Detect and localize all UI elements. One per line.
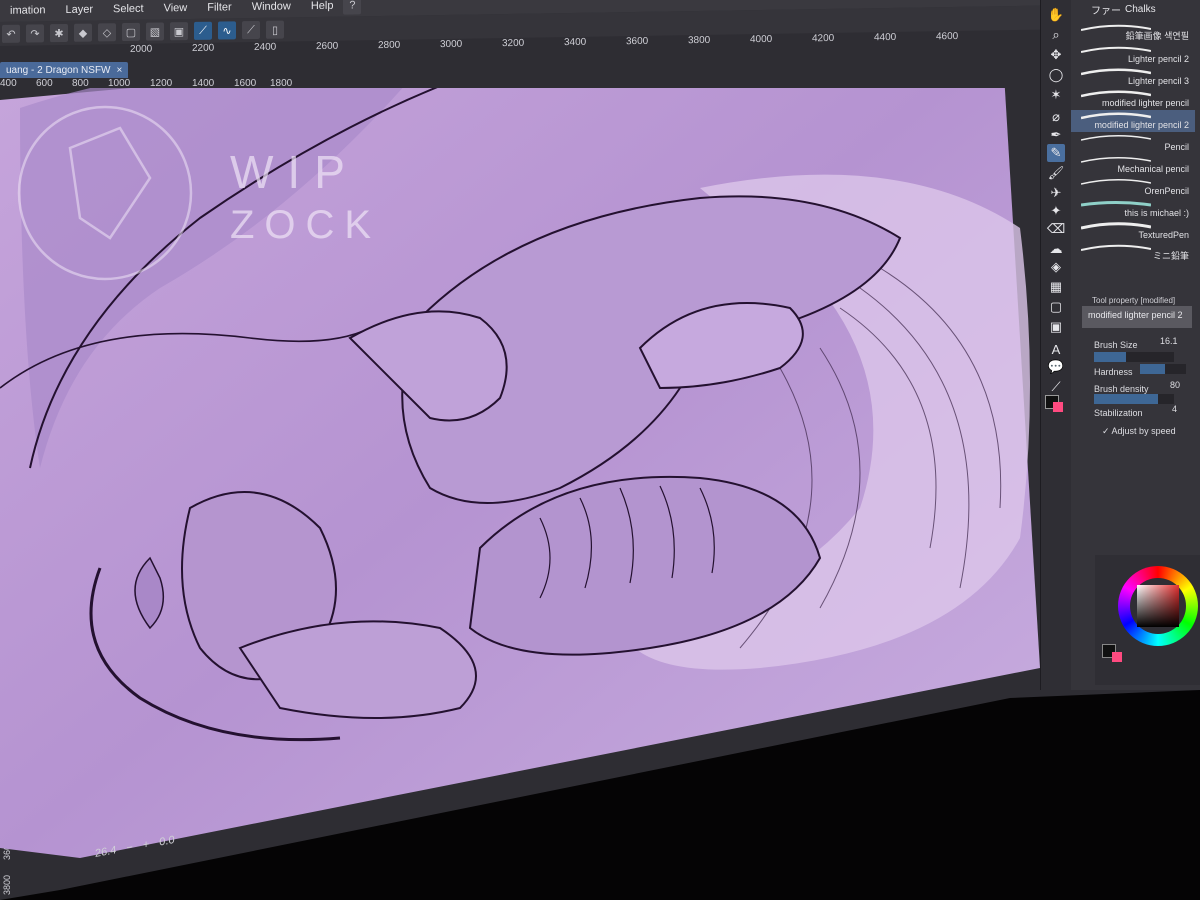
brush-item[interactable]: modified lighter pencil [1071, 88, 1195, 110]
frame-icon[interactable]: ▣ [1047, 318, 1065, 336]
document-tabs: uang - 2 Dragon NSFW × [0, 62, 140, 78]
stabilization-value[interactable]: 4 [1172, 404, 1177, 414]
correct-line-icon[interactable]: ⟋ [1047, 378, 1065, 396]
watermark-line2: ZOCK [230, 203, 381, 247]
brush-item[interactable]: Lighter pencil 2 [1071, 44, 1195, 66]
help-icon[interactable]: ? [343, 0, 362, 15]
gradient-icon[interactable]: ▦ [1047, 278, 1065, 296]
eraser-icon[interactable]: ⌫ [1047, 220, 1065, 238]
device-icon[interactable]: ▯ [266, 20, 284, 39]
brush-group-tabs: ファー Chalks [1071, 0, 1200, 18]
decoration-icon[interactable]: ✦ [1047, 202, 1065, 220]
text-icon[interactable]: A [1047, 340, 1065, 358]
adjust-by-speed-checkbox[interactable]: ✓ Adjust by speed [1102, 426, 1176, 437]
magic-wand-icon[interactable]: ✶ [1047, 86, 1065, 104]
menu-filter[interactable]: Filter [197, 1, 241, 14]
zoom-in-icon[interactable]: + [143, 838, 149, 851]
brush-stroke-preview [1081, 244, 1151, 251]
tool-palette: ✋ ⌕ ✥ ◯ ✶ ⌀ ✒ ✎ 🖌 ✈ ✦ ⌫ ☁ ◈ ▦ ▢ ▣ A 💬 ⟋ [1040, 0, 1071, 690]
airbrush-icon[interactable]: ✈ [1047, 184, 1065, 202]
artwork-canvas[interactable]: WIP ZOCK [0, 88, 1040, 868]
zoom-out-icon[interactable]: − [126, 841, 132, 854]
brush-item[interactable]: Pencil [1071, 132, 1195, 154]
brush-stroke-preview [1081, 178, 1151, 185]
brush-density-value[interactable]: 80 [1170, 380, 1180, 390]
snap-ruler-icon[interactable]: ⟋ [194, 21, 212, 40]
brush-item[interactable]: 鉛筆画像 색연필 [1071, 22, 1195, 44]
rotate-angle[interactable]: 0.0 [159, 834, 174, 849]
color-saturation-square[interactable] [1137, 585, 1179, 627]
brush-stroke-preview [1081, 68, 1151, 76]
brush-stroke-preview [1081, 46, 1151, 53]
deselect-icon[interactable]: ▧ [146, 22, 164, 41]
brush-stroke-preview [1081, 156, 1151, 163]
menu-view[interactable]: View [154, 2, 198, 15]
lasso-icon[interactable]: ◯ [1047, 66, 1065, 84]
brush-item[interactable]: Lighter pencil 3 [1071, 66, 1195, 88]
screen: imation Layer Select View Filter Window … [0, 0, 1200, 900]
move-icon[interactable]: ✥ [1047, 46, 1065, 64]
menu-animation[interactable]: imation [0, 4, 55, 17]
fill-icon[interactable]: ◈ [1047, 258, 1065, 276]
zoom-level[interactable]: 26.4 [95, 844, 116, 860]
tab-fur[interactable]: ファー [1091, 2, 1121, 17]
brush-icon[interactable]: 🖌 [1047, 164, 1065, 182]
clear-icon[interactable]: ◇ [98, 23, 116, 42]
pen-icon[interactable]: ✒ [1047, 126, 1065, 144]
brush-size-label: Brush Size [1094, 340, 1138, 350]
eyedropper-icon[interactable]: ⌀ [1047, 108, 1065, 126]
sub-color-swatch[interactable] [1053, 402, 1063, 412]
pencil-icon[interactable]: ✎ [1047, 144, 1065, 162]
hand-icon[interactable]: ✋ [1047, 6, 1065, 24]
brush-stroke-preview [1081, 112, 1151, 120]
figure-icon[interactable]: ▢ [1047, 298, 1065, 316]
brush-density-label: Brush density [1094, 384, 1149, 394]
close-icon[interactable]: × [117, 65, 123, 76]
hardness-slider[interactable] [1140, 364, 1186, 374]
brush-density-slider[interactable] [1094, 394, 1174, 404]
undo-icon[interactable]: ↶ [2, 24, 20, 43]
balloon-icon[interactable]: 💬 [1047, 358, 1065, 376]
brush-size-slider[interactable] [1094, 352, 1174, 362]
blend-icon[interactable]: ☁ [1047, 240, 1065, 258]
select-icon[interactable]: ▣ [170, 22, 188, 41]
stabilization-label: Stabilization [1094, 408, 1143, 418]
menu-select[interactable]: Select [103, 3, 154, 16]
fill-icon[interactable]: ◆ [74, 23, 92, 42]
brush-stroke-preview [1081, 222, 1151, 230]
tab-chalks[interactable]: Chalks [1125, 4, 1156, 15]
document-tab-title: uang - 2 Dragon NSFW [6, 64, 111, 76]
tool-property-title: Tool property [modified] [1092, 296, 1176, 305]
transform-icon[interactable]: ▢ [122, 22, 140, 42]
document-tab[interactable]: uang - 2 Dragon NSFW × [0, 62, 129, 78]
brush-item[interactable]: ミニ鉛筆 [1071, 242, 1195, 264]
canvas-area[interactable]: WIP ZOCK [0, 88, 1040, 868]
brush-item[interactable]: TexturedPen [1071, 220, 1195, 242]
snap-special-icon[interactable]: ∿ [218, 21, 236, 40]
menu-layer[interactable]: Layer [55, 3, 103, 16]
brush-stroke-preview [1081, 90, 1151, 98]
brush-stroke-preview [1081, 134, 1151, 141]
adjust-by-speed-label: Adjust by speed [1111, 426, 1176, 436]
snap-grid-icon[interactable]: ⟋ [242, 20, 260, 40]
brush-item[interactable]: OrenPencil [1071, 176, 1195, 198]
brush-item[interactable]: this is michael :) [1071, 198, 1195, 220]
brush-item-active[interactable]: modified lighter pencil 2 [1071, 110, 1195, 132]
hardness-label: Hardness [1094, 367, 1133, 377]
brush-item[interactable]: Mechanical pencil [1071, 154, 1195, 176]
tool-property-brush[interactable]: modified lighter pencil 2 [1082, 306, 1192, 328]
brush-stroke-preview [1081, 201, 1151, 207]
redo-icon[interactable]: ↷ [26, 24, 44, 43]
loading-icon[interactable]: ✱ [50, 23, 68, 43]
brush-size-value[interactable]: 16.1 [1160, 336, 1178, 346]
zoom-icon[interactable]: ⌕ [1047, 26, 1065, 44]
menu-help[interactable]: Help [301, 0, 344, 12]
sub-color-chip[interactable] [1112, 652, 1122, 662]
watermark-line1: WIP [230, 146, 359, 198]
menu-window[interactable]: Window [242, 0, 301, 13]
